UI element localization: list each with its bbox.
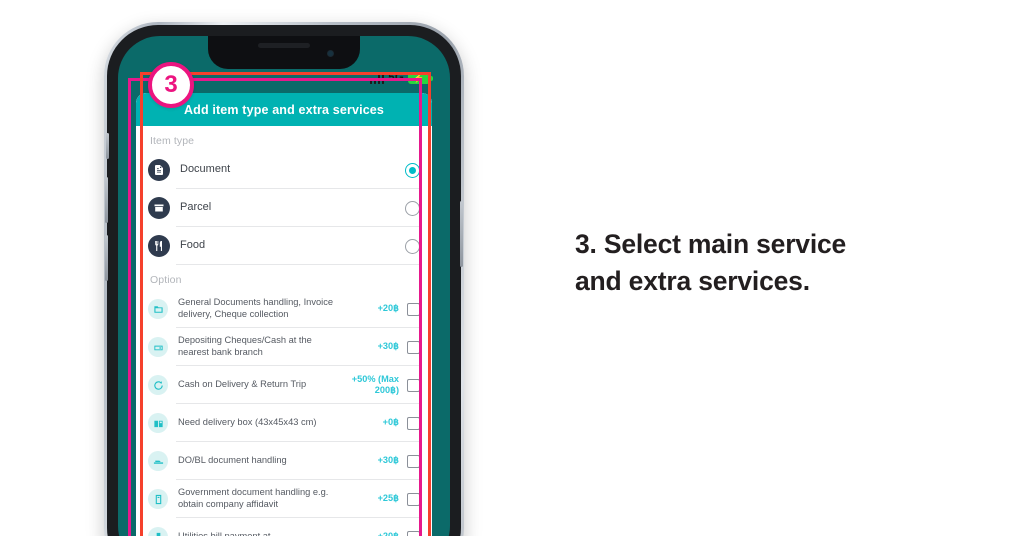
sheet-title: Add item type and extra services	[183, 102, 385, 117]
sheet-body[interactable]: Item type Document Parcel Food Option Ge…	[136, 126, 432, 536]
option-checkbox[interactable]	[407, 302, 420, 316]
caption-line-1: 3. Select main service	[575, 229, 847, 259]
parcel-box-icon	[148, 197, 170, 219]
silent-switch[interactable]	[106, 133, 109, 159]
caption-line-2: and extra services.	[575, 265, 810, 296]
notch	[208, 36, 360, 69]
option-row[interactable]: General Documents handling, Invoice deli…	[136, 290, 432, 328]
option-checkbox[interactable]	[407, 416, 420, 430]
option-row[interactable]: Government document handling e.g. obtain…	[136, 480, 432, 518]
item-type-section-label: Item type	[150, 135, 195, 147]
item-type-row-parcel[interactable]: Parcel	[136, 189, 432, 227]
option-label: Utilities bill payment at	[178, 525, 343, 536]
option-checkbox[interactable]	[407, 492, 420, 506]
option-price: +20฿	[377, 303, 399, 314]
item-type-label: Parcel	[180, 201, 212, 214]
option-price: +25฿	[377, 493, 399, 504]
option-price: +20฿	[343, 531, 399, 536]
item-type-radio-food[interactable]	[405, 238, 420, 254]
step-caption: 3. Select main service and extra service…	[575, 226, 975, 299]
option-row[interactable]: DO/BL document handling +30฿	[136, 442, 432, 480]
item-type-radio-parcel[interactable]	[405, 200, 420, 216]
option-checkbox[interactable]	[407, 340, 420, 354]
option-label: Depositing Cheques/Cash at the nearest b…	[178, 335, 312, 357]
option-label: General Documents handling, Invoice deli…	[178, 297, 334, 319]
power-button[interactable]	[460, 201, 463, 267]
option-checkbox[interactable]	[407, 378, 420, 392]
option-row[interactable]: Utilities bill payment at +20฿	[136, 518, 432, 536]
delivery-box-icon	[148, 413, 168, 433]
option-price: +0฿	[382, 417, 399, 428]
wallet-icon	[148, 337, 168, 357]
document-icon	[148, 159, 170, 181]
option-label: Cash on Delivery & Return Trip	[178, 379, 307, 390]
item-type-radio-document[interactable]	[405, 162, 420, 178]
divider	[176, 264, 420, 265]
return-arrow-icon	[148, 375, 168, 395]
add-item-sheet: Add item type and extra services Item ty…	[136, 93, 432, 536]
earpiece-speaker-icon	[258, 43, 310, 48]
volume-down-button[interactable]	[105, 235, 108, 281]
option-price: +30฿	[377, 341, 399, 352]
slide-canvas: 5G ⚡ Add item type and extra services It…	[0, 0, 1024, 536]
battery-charging-icon: ⚡	[408, 72, 433, 84]
item-type-row-food[interactable]: Food	[136, 227, 432, 265]
government-doc-icon	[148, 489, 168, 509]
front-camera-icon	[327, 50, 334, 57]
option-price: +30฿	[377, 455, 399, 466]
truck-icon	[148, 451, 168, 471]
volume-up-button[interactable]	[105, 177, 108, 223]
item-type-row-document[interactable]: Document	[136, 151, 432, 189]
option-section-label: Option	[150, 274, 182, 286]
utilities-icon	[148, 527, 168, 536]
option-label: DO/BL document handling	[178, 455, 287, 466]
option-row[interactable]: Need delivery box (43x45x43 cm) +0฿	[136, 404, 432, 442]
signal-bars-icon	[369, 72, 385, 84]
option-row[interactable]: Cash on Delivery & Return Trip +50% (Max…	[136, 366, 432, 404]
option-checkbox[interactable]	[407, 454, 420, 468]
option-label: Government document handling e.g. obtain…	[178, 487, 329, 509]
step-badge: 3	[148, 62, 194, 108]
option-price: +50% (Max 200฿)	[351, 373, 399, 395]
folder-icon	[148, 299, 168, 319]
phone-screen: 5G ⚡ Add item type and extra services It…	[118, 36, 450, 536]
option-label: Need delivery box (43x45x43 cm)	[178, 417, 317, 428]
network-label: 5G	[388, 72, 404, 84]
item-type-label: Document	[180, 163, 231, 176]
option-row[interactable]: Depositing Cheques/Cash at the nearest b…	[136, 328, 432, 366]
option-checkbox[interactable]	[407, 530, 420, 536]
status-bar: 5G ⚡	[369, 72, 433, 84]
food-utensils-icon	[148, 235, 170, 257]
item-type-label: Food	[180, 239, 206, 252]
